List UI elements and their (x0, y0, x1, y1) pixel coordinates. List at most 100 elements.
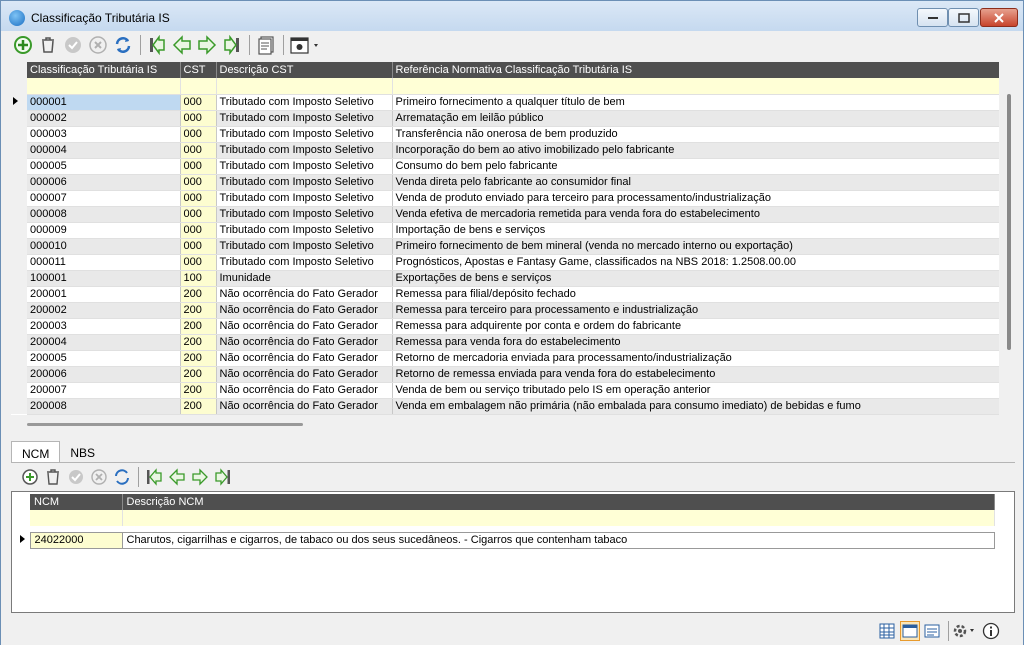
cst-cell[interactable]: 200 (180, 398, 217, 415)
classificacao-cell[interactable]: 000009 (27, 222, 181, 239)
scrollbar-thumb[interactable] (1007, 94, 1011, 350)
descricao-cst-cell[interactable]: Não ocorrência do Fato Gerador (216, 366, 393, 383)
table-row[interactable]: 000007 000 Tributado com Imposto Seletivo V… (11, 190, 999, 207)
classificacao-cell[interactable]: 000005 (27, 158, 181, 175)
cst-cell[interactable]: 200 (180, 382, 217, 399)
referencia-cell[interactable]: Prognósticos, Apostas e Fantasy Game, cl… (392, 254, 999, 271)
classificacao-cell[interactable]: 000011 (27, 254, 181, 271)
referencia-cell[interactable]: Importação de bens e serviços (392, 222, 999, 239)
table-row[interactable]: 24022000 Charutos, cigarrilhas e cigarro… (14, 531, 995, 549)
cst-cell[interactable]: 000 (180, 142, 217, 159)
settings-icon[interactable] (288, 33, 322, 57)
cst-cell[interactable]: 000 (180, 190, 217, 207)
delete-icon[interactable] (36, 33, 60, 57)
cst-cell[interactable]: 200 (180, 302, 217, 319)
table-row[interactable]: 000006 000 Tributado com Imposto Seletivo V… (11, 174, 999, 191)
descricao-cst-cell[interactable]: Tributado com Imposto Seletivo (216, 158, 393, 175)
descricao-cst-cell[interactable]: Tributado com Imposto Seletivo (216, 126, 393, 143)
vertical-scrollbar[interactable] (1004, 63, 1016, 415)
table-row[interactable]: 000009 000 Tributado com Imposto Seletivo I… (11, 222, 999, 239)
descricao-cst-cell[interactable]: Tributado com Imposto Seletivo (216, 222, 393, 239)
filter-cst[interactable] (180, 78, 217, 95)
cst-cell[interactable]: 100 (180, 270, 217, 287)
descricao-cst-cell[interactable]: Tributado com Imposto Seletivo (216, 94, 393, 111)
descricao-cst-cell[interactable]: Não ocorrência do Fato Gerador (216, 318, 393, 335)
close-button[interactable] (980, 8, 1018, 27)
cst-cell[interactable]: 000 (180, 254, 217, 271)
descricao-cst-cell[interactable]: Tributado com Imposto Seletivo (216, 254, 393, 271)
descricao-cst-cell[interactable]: Não ocorrência do Fato Gerador (216, 302, 393, 319)
refresh-icon[interactable] (111, 33, 135, 57)
classificacao-cell[interactable]: 000008 (27, 206, 181, 223)
classificacao-cell[interactable]: 000007 (27, 190, 181, 207)
classificacao-cell[interactable]: 000002 (27, 110, 181, 127)
cst-cell[interactable]: 000 (180, 238, 217, 255)
table-row[interactable]: 000004 000 Tributado com Imposto Seletivo I… (11, 142, 999, 159)
detail-view-icon[interactable] (922, 621, 942, 641)
descricao-cst-cell[interactable]: Tributado com Imposto Seletivo (216, 110, 393, 127)
table-row[interactable]: 000005 000 Tributado com Imposto Seletivo C… (11, 158, 999, 175)
referencia-cell[interactable]: Primeiro fornecimento a qualquer título … (392, 94, 999, 111)
previous-record-icon[interactable] (166, 466, 188, 488)
table-row[interactable]: 200006 200 Não ocorrência do Fato Gerador R… (11, 366, 999, 383)
classificacao-cell[interactable]: 000010 (27, 238, 181, 255)
table-row[interactable]: 000008 000 Tributado com Imposto Seletivo V… (11, 206, 999, 223)
gear-icon[interactable] (950, 621, 978, 641)
table-row[interactable]: 000010 000 Tributado com Imposto Seletivo P… (11, 238, 999, 255)
table-row[interactable]: 000001 000 Tributado com Imposto Seletivo P… (11, 94, 999, 111)
filter-classificacao[interactable] (27, 78, 181, 95)
cst-cell[interactable]: 000 (180, 94, 217, 111)
table-row[interactable]: 200008 200 Não ocorrência do Fato Gerador V… (11, 398, 999, 415)
referencia-cell[interactable]: Retorno de remessa enviada para venda fo… (392, 366, 999, 383)
cst-cell[interactable]: 000 (180, 206, 217, 223)
referencia-cell[interactable]: Consumo do bem pelo fabricante (392, 158, 999, 175)
table-row[interactable]: 200001 200 Não ocorrência do Fato Gerador R… (11, 286, 999, 303)
cst-cell[interactable]: 000 (180, 110, 217, 127)
add-icon[interactable] (19, 466, 41, 488)
referencia-cell[interactable]: Primeiro fornecimento de bem mineral (ve… (392, 238, 999, 255)
cst-cell[interactable]: 000 (180, 174, 217, 191)
first-record-icon[interactable] (143, 466, 165, 488)
cst-cell[interactable]: 000 (180, 158, 217, 175)
referencia-cell[interactable]: Venda de bem ou serviço tributado pelo I… (392, 382, 999, 399)
table-row[interactable]: 200005 200 Não ocorrência do Fato Gerador R… (11, 350, 999, 367)
descricao-cst-cell[interactable]: Tributado com Imposto Seletivo (216, 238, 393, 255)
filter-descricao-cst[interactable] (216, 78, 393, 95)
referencia-cell[interactable]: Remessa para venda fora do estabelecimen… (392, 334, 999, 351)
last-record-icon[interactable] (212, 466, 234, 488)
descricao-cst-cell[interactable]: Não ocorrência do Fato Gerador (216, 350, 393, 367)
first-record-icon[interactable] (145, 33, 169, 57)
cst-cell[interactable]: 200 (180, 286, 217, 303)
classificacao-cell[interactable]: 000003 (27, 126, 181, 143)
table-row[interactable]: 000011 000 Tributado com Imposto Seletivo P… (11, 254, 999, 271)
descricao-cst-cell[interactable]: Não ocorrência do Fato Gerador (216, 334, 393, 351)
table-row[interactable]: 200004 200 Não ocorrência do Fato Gerador R… (11, 334, 999, 351)
column-header-descricao-cst[interactable]: Descrição CST (216, 62, 393, 78)
referencia-cell[interactable]: Remessa para adquirente por conta e orde… (392, 318, 999, 335)
next-record-icon[interactable] (189, 466, 211, 488)
delete-icon[interactable] (42, 466, 64, 488)
filter-descricao-ncm[interactable] (122, 510, 995, 526)
referencia-cell[interactable]: Retorno de mercadoria enviada para proce… (392, 350, 999, 367)
table-row[interactable]: 200003 200 Não ocorrência do Fato Gerador R… (11, 318, 999, 335)
table-row[interactable]: 200002 200 Não ocorrência do Fato Gerador R… (11, 302, 999, 319)
tab-ncm[interactable]: NCM (11, 441, 61, 463)
add-icon[interactable] (11, 33, 35, 57)
info-icon[interactable] (981, 621, 1001, 641)
referencia-cell[interactable]: Arrematação em leilão público (392, 110, 999, 127)
next-record-icon[interactable] (195, 33, 219, 57)
column-header-referencia[interactable]: Referência Normativa Classificação Tribu… (392, 62, 999, 78)
classificacao-cell[interactable]: 200002 (27, 302, 181, 319)
filter-ncm[interactable] (30, 510, 123, 526)
referencia-cell[interactable]: Transferência não onerosa de bem produzi… (392, 126, 999, 143)
form-view-icon[interactable] (900, 621, 920, 641)
cancel-icon[interactable] (86, 33, 110, 57)
referencia-cell[interactable]: Venda direta pelo fabricante ao consumid… (392, 174, 999, 191)
referencia-cell[interactable]: Exportações de bens e serviços (392, 270, 999, 287)
descricao-cst-cell[interactable]: Não ocorrência do Fato Gerador (216, 398, 393, 415)
classificacao-cell[interactable]: 200006 (27, 366, 181, 383)
referencia-cell[interactable]: Remessa para filial/depósito fechado (392, 286, 999, 303)
refresh-icon[interactable] (111, 466, 133, 488)
cst-cell[interactable]: 000 (180, 126, 217, 143)
tab-nbs[interactable]: NBS (60, 441, 105, 463)
